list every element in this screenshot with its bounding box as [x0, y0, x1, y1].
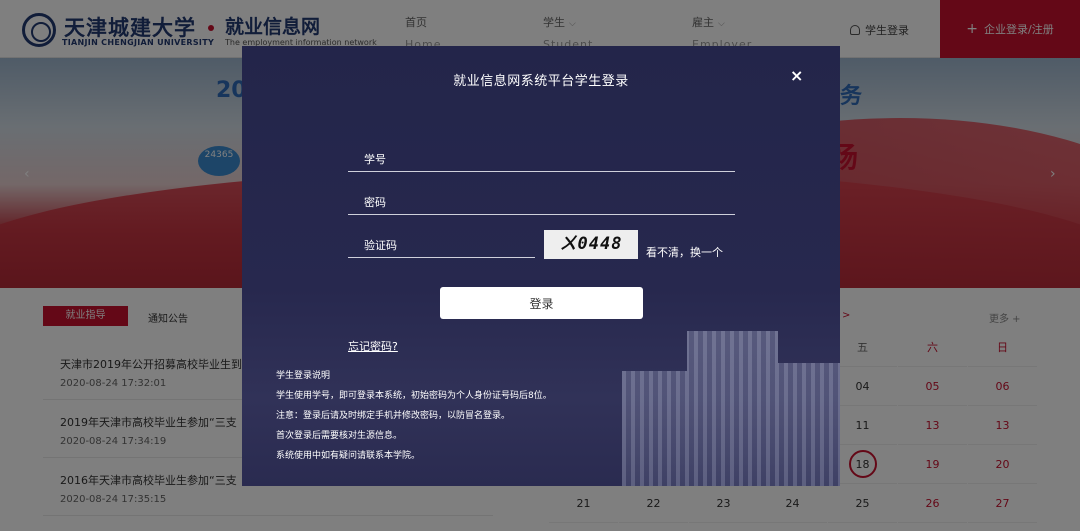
instructions-heading: 学生登录说明	[276, 371, 331, 381]
password-input[interactable]	[348, 191, 735, 214]
campus-building-illustration	[622, 331, 840, 486]
captcha-field	[348, 234, 535, 258]
login-button[interactable]: 登录	[440, 287, 643, 319]
instructions-line: 注意：登录后请及时绑定手机并修改密码，以防冒名登录。	[276, 411, 511, 421]
student-id-field	[348, 148, 735, 172]
captcha-refresh-link[interactable]: 看不清，换一个	[646, 244, 723, 260]
captcha-input[interactable]	[348, 234, 535, 257]
instructions-line: 学生使用学号，即可登录本系统，初始密码为个人身份证号码后8位。	[276, 391, 552, 401]
forgot-password-link[interactable]: 忘记密码?	[348, 338, 398, 354]
instructions-line: 首次登录后需要核对生源信息。	[276, 431, 403, 441]
captcha-image[interactable]: ㄨ0448	[544, 230, 638, 259]
login-instructions: 学生登录说明 学生使用学号，即可登录本系统，初始密码为个人身份证号码后8位。 注…	[276, 366, 552, 466]
password-field	[348, 191, 735, 215]
close-icon[interactable]: ×	[790, 66, 803, 85]
instructions-line: 系统使用中如有疑问请联系本学院。	[276, 451, 421, 461]
modal-title: 就业信息网系统平台学生登录	[453, 74, 629, 89]
student-login-modal: 就业信息网系统平台学生登录 × ㄨ0448 看不清，换一个 登录 忘记密码? 学…	[242, 46, 840, 486]
student-id-input[interactable]	[348, 148, 735, 171]
